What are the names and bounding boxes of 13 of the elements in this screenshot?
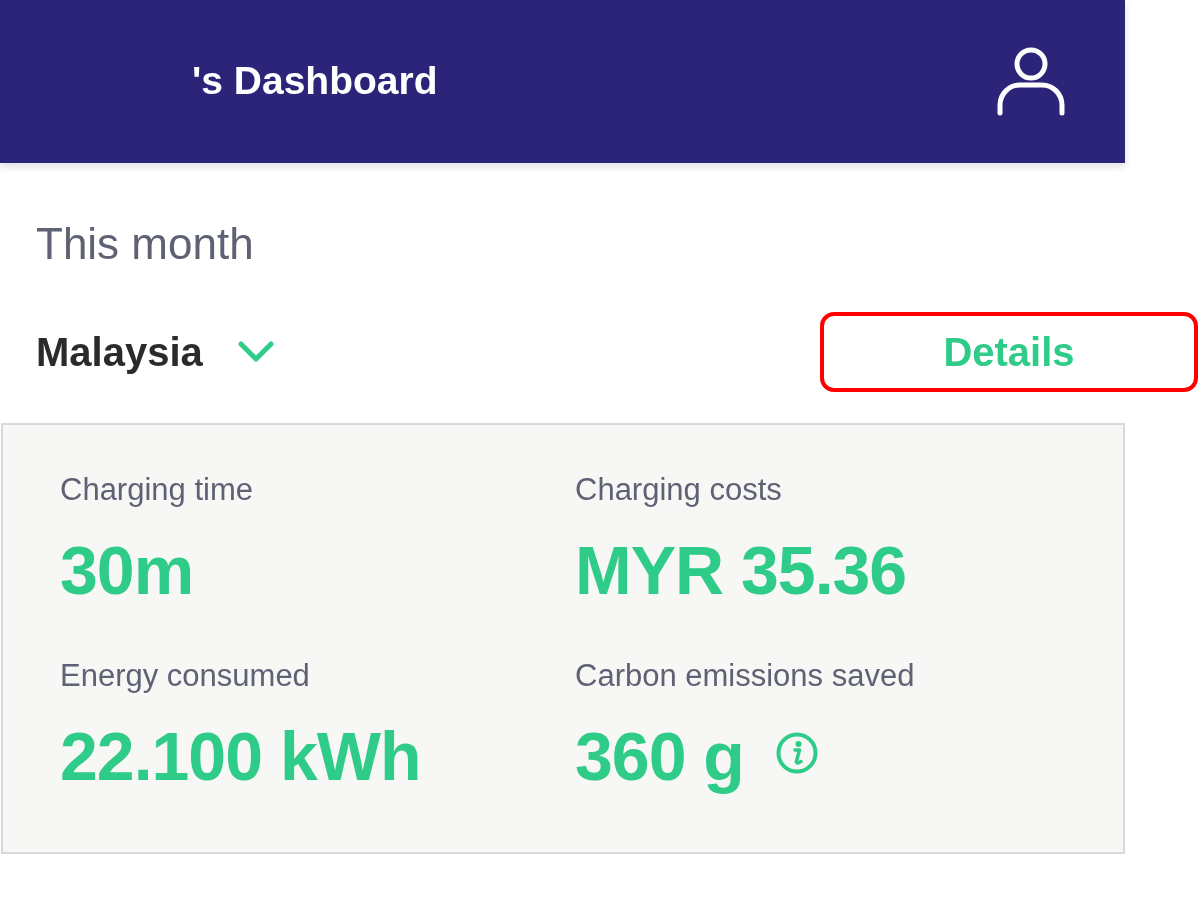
stat-label: Charging time (60, 471, 253, 509)
chevron-down-icon (237, 341, 274, 363)
period-title: This month (36, 218, 254, 270)
stat-value: 360 g (575, 717, 744, 796)
stat-label: Carbon emissions saved (575, 657, 915, 695)
user-profile-icon[interactable] (995, 46, 1067, 117)
dashboard-title: 's Dashboard (192, 58, 438, 105)
stat-value: 22.100 kWh (60, 717, 421, 796)
region-dropdown[interactable]: Malaysia (36, 322, 274, 382)
stat-value: 30m (60, 531, 194, 610)
stat-label: Energy consumed (60, 657, 310, 695)
stat-label: Charging costs (575, 471, 782, 509)
stat-value: MYR 35.36 (575, 531, 907, 610)
